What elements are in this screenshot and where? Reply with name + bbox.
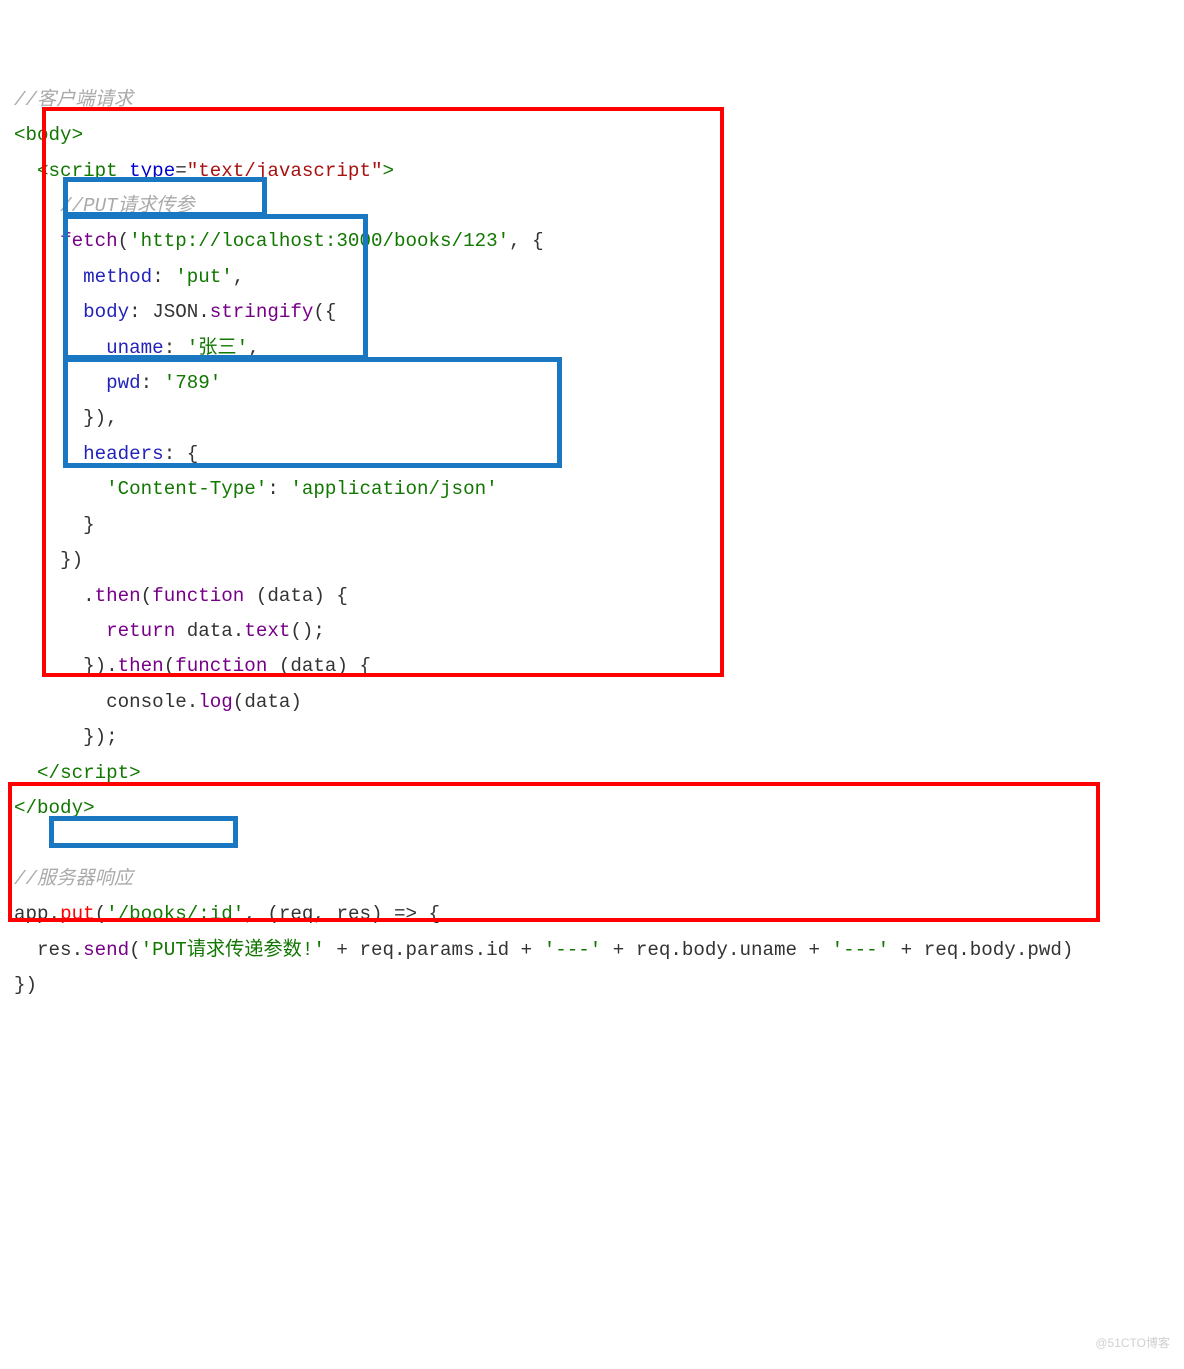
comment-put: //PUT请求传参 [60, 195, 194, 217]
code-block: //客户端请求 <body> <script type="text/javasc… [14, 83, 1170, 1004]
comment-server: //服务器响应 [14, 868, 133, 890]
watermark-text: @51CTO博客 [1095, 1326, 1170, 1361]
comment-client: //客户端请求 [14, 89, 133, 111]
